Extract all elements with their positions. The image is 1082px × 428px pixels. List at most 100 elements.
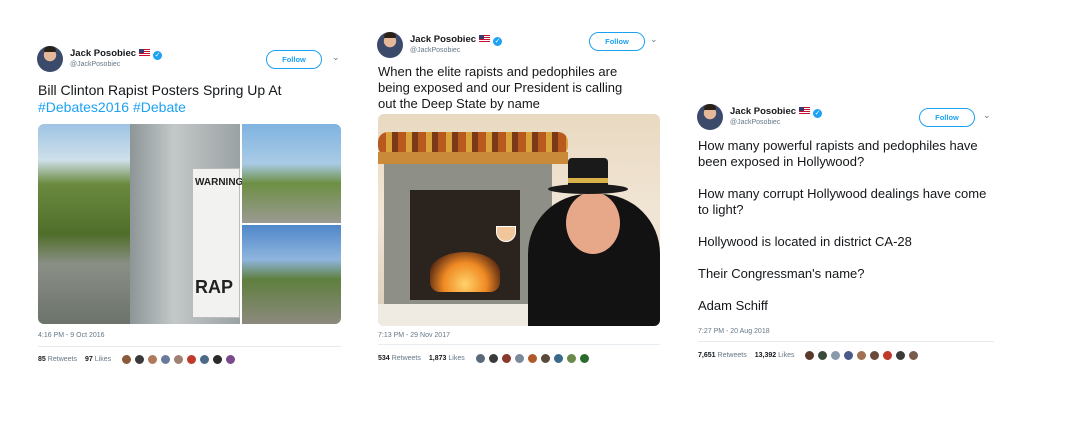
retweet-count[interactable]: 534 <box>378 355 390 362</box>
liker-avatar[interactable] <box>817 350 829 361</box>
tweet-paragraph: Their Congressman's name? <box>698 266 865 281</box>
liker-avatar[interactable] <box>908 350 920 361</box>
liker-avatar[interactable] <box>474 353 486 364</box>
liker-avatar[interactable] <box>578 353 590 364</box>
liker-avatar[interactable] <box>843 350 855 361</box>
author-name[interactable]: Jack Posobiec <box>70 48 136 59</box>
liker-avatar[interactable] <box>882 350 894 361</box>
liker-avatar[interactable] <box>225 354 237 365</box>
like-label[interactable]: Likes <box>95 356 111 363</box>
tweet-text-line: being exposed and our President is calli… <box>378 80 623 95</box>
divider <box>38 346 341 347</box>
follow-button[interactable]: Follow <box>919 108 975 127</box>
liker-avatar[interactable] <box>804 350 816 361</box>
tweet-text: How many powerful rapists and pedophiles… <box>698 138 994 314</box>
avatar[interactable] <box>377 32 403 58</box>
pilgrim-hat <box>548 158 628 198</box>
tweet-timestamp[interactable]: 7:13 PM - 29 Nov 2017 <box>378 332 450 339</box>
like-label[interactable]: Likes <box>448 355 464 362</box>
author-handle[interactable]: @JackPosobiec <box>70 61 120 68</box>
tweet-header: Jack Posobiec ✓ @JackPosobiec Follow ⌄ <box>690 98 1000 134</box>
liker-avatar[interactable] <box>856 350 868 361</box>
liker-avatar[interactable] <box>212 354 224 365</box>
liker-avatar[interactable] <box>869 350 881 361</box>
liker-avatar[interactable] <box>173 354 185 365</box>
poster: WARNING RAP <box>192 168 244 318</box>
tweet-photo[interactable]: WARNING RAP <box>38 124 244 324</box>
tweet-card-1[interactable]: Jack Posobiec ✓ @JackPosobiec Follow ⌄ Bi… <box>30 40 348 380</box>
retweet-count[interactable]: 7,651 <box>698 352 716 359</box>
person-face <box>566 192 620 254</box>
retweet-count[interactable]: 85 <box>38 356 46 363</box>
tweet-photo[interactable] <box>378 114 660 326</box>
divider <box>698 341 994 342</box>
avatar[interactable] <box>697 104 723 130</box>
liker-avatar[interactable] <box>487 353 499 364</box>
liker-avatar[interactable] <box>160 354 172 365</box>
liker-avatar[interactable] <box>513 353 525 364</box>
liker-avatar[interactable] <box>526 353 538 364</box>
liker-avatar[interactable] <box>134 354 146 365</box>
author-name-row[interactable]: Jack Posobiec ✓ <box>410 34 503 46</box>
tweet-header: Jack Posobiec ✓ @JackPosobiec Follow ⌄ <box>30 40 348 76</box>
author-name-row[interactable]: Jack Posobiec ✓ <box>70 48 163 60</box>
retweet-label[interactable]: Retweets <box>48 356 77 363</box>
liker-avatar[interactable] <box>552 353 564 364</box>
liker-avatar[interactable] <box>539 353 551 364</box>
liker-avatars[interactable] <box>474 353 592 364</box>
author-name[interactable]: Jack Posobiec <box>410 34 476 45</box>
tweet-text: Bill Clinton Rapist Posters Spring Up At… <box>38 82 338 116</box>
tweet-paragraph: How many corrupt Hollywood dealings have… <box>698 186 987 217</box>
like-label[interactable]: Likes <box>778 352 794 359</box>
liker-avatar[interactable] <box>186 354 198 365</box>
like-count[interactable]: 97 <box>85 356 93 363</box>
tweet-photo[interactable] <box>242 124 341 223</box>
fire-flame <box>430 252 500 292</box>
us-flag-icon <box>479 35 491 42</box>
tweet-text: When the elite rapists and pedophiles ar… <box>378 64 668 112</box>
tweet-photo[interactable] <box>242 225 341 324</box>
tweet-text-line: out the Deep State by name <box>378 96 540 111</box>
tweet-text-plain: Bill Clinton Rapist Posters Spring Up At <box>38 82 282 98</box>
tweet-paragraph: Adam Schiff <box>698 298 768 313</box>
tweet-card-2[interactable]: Jack Posobiec ✓ @JackPosobiec Follow ⌄ Wh… <box>370 26 670 371</box>
retweet-label[interactable]: Retweets <box>392 355 421 362</box>
liker-avatar[interactable] <box>565 353 577 364</box>
liker-avatar[interactable] <box>895 350 907 361</box>
tweet-timestamp[interactable]: 7:27 PM - 20 Aug 2018 <box>698 328 770 335</box>
follow-button[interactable]: Follow <box>589 32 645 51</box>
tweet-stats: 85 Retweets 97 Likes <box>38 354 238 365</box>
author-name-row[interactable]: Jack Posobiec ✓ <box>730 106 823 118</box>
chevron-down-icon[interactable]: ⌄ <box>332 52 340 63</box>
poster-rap-text: RAP <box>195 277 234 297</box>
author-name[interactable]: Jack Posobiec <box>730 106 796 117</box>
mantle <box>378 152 568 164</box>
poster-warning-text: WARNING <box>195 177 244 188</box>
tweet-header: Jack Posobiec ✓ @JackPosobiec Follow ⌄ <box>370 26 670 62</box>
us-flag-icon <box>139 49 151 56</box>
hashtag-link[interactable]: #Debate <box>133 99 186 115</box>
liker-avatar[interactable] <box>500 353 512 364</box>
like-count[interactable]: 1,873 <box>429 355 447 362</box>
liker-avatars[interactable] <box>804 350 921 361</box>
follow-button[interactable]: Follow <box>266 50 322 69</box>
chevron-down-icon[interactable]: ⌄ <box>983 110 991 121</box>
avatar[interactable] <box>37 46 63 72</box>
author-handle[interactable]: @JackPosobiec <box>730 119 780 126</box>
verified-badge-icon: ✓ <box>813 109 823 118</box>
verified-badge-icon: ✓ <box>493 37 503 46</box>
tweet-card-3[interactable]: Jack Posobiec ✓ @JackPosobiec Follow ⌄ Ho… <box>690 98 1000 378</box>
like-count[interactable]: 13,392 <box>755 352 776 359</box>
tweet-stats: 534 Retweets 1,873 Likes <box>378 353 592 364</box>
liker-avatar[interactable] <box>147 354 159 365</box>
liker-avatar[interactable] <box>199 354 211 365</box>
tweet-media-grid[interactable]: WARNING RAP <box>38 124 341 324</box>
author-handle[interactable]: @JackPosobiec <box>410 47 460 54</box>
hashtag-link[interactable]: #Debates2016 <box>38 99 129 115</box>
liker-avatars[interactable] <box>121 354 238 365</box>
retweet-label[interactable]: Retweets <box>718 352 747 359</box>
chevron-down-icon[interactable]: ⌄ <box>650 34 658 45</box>
liker-avatar[interactable] <box>121 354 133 365</box>
liker-avatar[interactable] <box>830 350 842 361</box>
tweet-timestamp[interactable]: 4:16 PM - 9 Oct 2016 <box>38 332 105 339</box>
